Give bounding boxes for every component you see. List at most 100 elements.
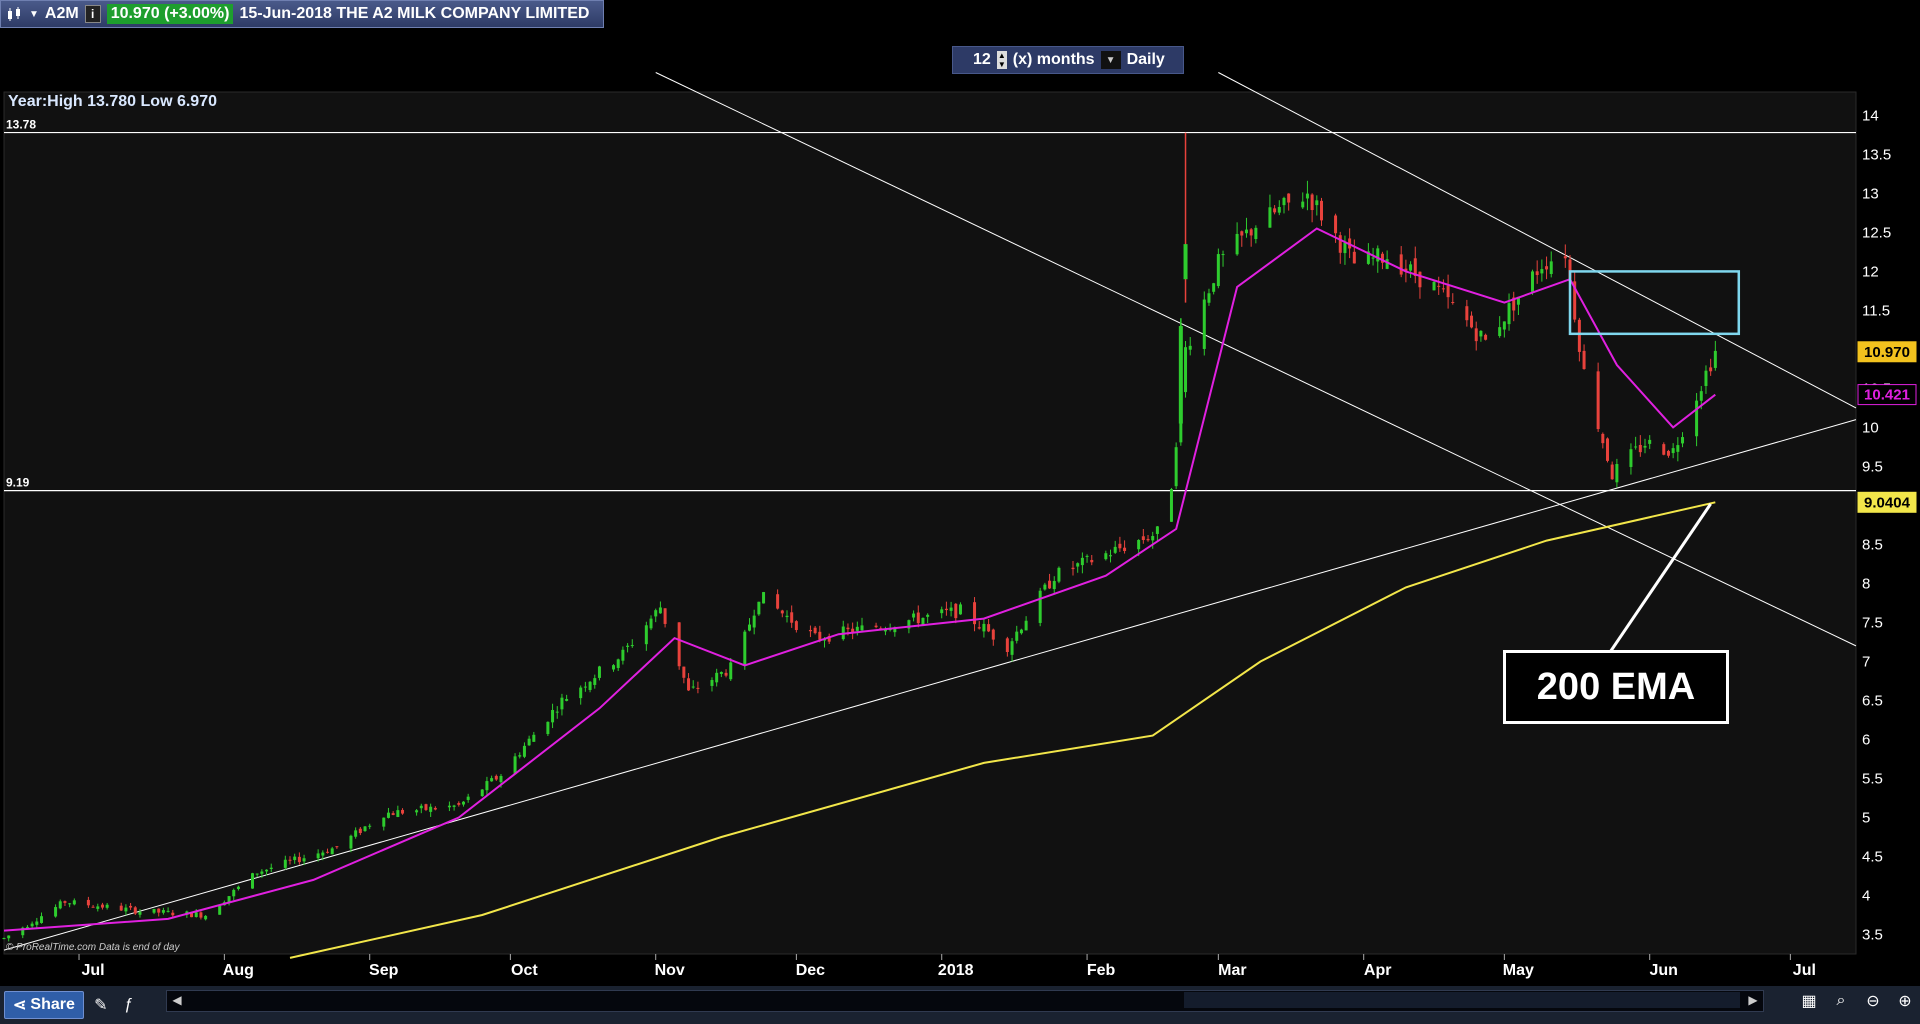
zoom-area-icon[interactable]: ⌕ xyxy=(1830,990,1852,1012)
zoom-in-icon[interactable]: ⊕ xyxy=(1894,990,1916,1012)
interval-label[interactable]: Daily xyxy=(1127,51,1165,69)
candle-body xyxy=(1498,327,1502,337)
candle-body xyxy=(616,659,620,668)
candle-body xyxy=(1151,536,1155,541)
candle-body xyxy=(297,856,301,863)
candle-body xyxy=(1240,231,1244,236)
price-tag-label: 9.0404 xyxy=(1864,494,1911,511)
candle-body xyxy=(490,778,494,782)
candle-body xyxy=(152,908,156,913)
x-tick-label: Aug xyxy=(223,962,254,979)
period-value[interactable]: 12 xyxy=(973,51,991,69)
candle-body xyxy=(940,609,944,614)
candle-body xyxy=(874,625,878,628)
candle-body xyxy=(260,871,264,874)
share-icon: ⋖ xyxy=(13,997,27,1014)
candle-body xyxy=(987,624,991,632)
share-label: Share xyxy=(30,996,75,1013)
share-button[interactable]: ⋖ Share xyxy=(4,991,84,1019)
candle-body xyxy=(1244,229,1248,234)
candle-body xyxy=(1076,563,1080,567)
candle-body xyxy=(1221,254,1225,256)
candle-body xyxy=(1183,244,1188,280)
candle-body xyxy=(480,789,484,797)
candle-body xyxy=(68,903,72,905)
candle-body xyxy=(96,906,100,909)
candlestick-icon[interactable] xyxy=(5,5,23,23)
candle-body xyxy=(7,935,11,939)
candle-body xyxy=(1287,193,1291,203)
candle-body xyxy=(1090,559,1094,563)
watermark: © ProRealTime.com Data is end of day xyxy=(6,942,180,953)
candle-body xyxy=(91,906,95,908)
candle-body xyxy=(588,681,592,690)
candle-body xyxy=(218,905,222,915)
candle-body xyxy=(1470,315,1474,328)
candle-body xyxy=(194,912,198,918)
candle-body xyxy=(1535,271,1539,276)
candle-body xyxy=(1104,553,1108,560)
candle-body xyxy=(302,858,306,862)
candle-body xyxy=(1615,464,1619,483)
candle-body xyxy=(157,908,161,913)
candle-body xyxy=(747,624,751,631)
drawing-tools-icon[interactable]: ✎ xyxy=(90,994,112,1016)
scroll-left-icon[interactable]: ◀ xyxy=(166,990,188,1010)
candle-body xyxy=(1212,283,1216,292)
x-tick-label: Jun xyxy=(1649,962,1677,979)
candle-body xyxy=(719,672,723,674)
y-tick-label: 8 xyxy=(1862,575,1870,592)
candle-body xyxy=(813,627,817,634)
chart-frame: 3.544.555.566.577.588.599.51010.51111.51… xyxy=(0,0,1920,1024)
candle-body xyxy=(785,615,789,618)
candle-body xyxy=(752,615,756,628)
ticker-label[interactable]: A2M xyxy=(45,5,79,23)
zoom-out-icon[interactable]: ⊖ xyxy=(1862,990,1884,1012)
candle-body xyxy=(419,805,423,809)
info-icon[interactable]: i xyxy=(84,5,101,23)
candle-body xyxy=(780,610,784,614)
candle-body xyxy=(204,915,208,920)
candle-body xyxy=(583,686,587,688)
candle-body xyxy=(1385,259,1389,269)
candle-body xyxy=(1549,261,1553,274)
candle-body xyxy=(1713,350,1717,368)
candle-body xyxy=(124,907,128,912)
indicator-icon[interactable]: ƒ xyxy=(118,994,140,1016)
spinner-icon[interactable]: ▲ ▼ xyxy=(996,51,1007,69)
candle-body xyxy=(560,697,564,710)
scrollbar-thumb[interactable] xyxy=(1184,992,1740,1008)
candle-body xyxy=(391,813,395,816)
candle-body xyxy=(1141,536,1145,541)
candle-body xyxy=(1038,590,1042,623)
candle-body xyxy=(63,901,67,903)
candle-body xyxy=(1399,254,1403,275)
chart-settings-icon[interactable]: ▦ xyxy=(1798,990,1820,1012)
candle-body xyxy=(916,612,920,624)
candle-body xyxy=(597,666,601,678)
candle-body xyxy=(58,901,62,909)
candle-body xyxy=(1169,489,1173,522)
unit-dropdown-icon[interactable]: ▼ xyxy=(1100,51,1121,69)
candle-body xyxy=(949,607,953,611)
zoom-tools: ▦ ⌕ ⊖ ⊕ xyxy=(1798,990,1916,1012)
dropdown-icon[interactable]: ▼ xyxy=(29,9,39,20)
candle-body xyxy=(1418,271,1422,288)
candle-body xyxy=(1071,567,1075,570)
scroll-right-icon[interactable]: ▶ xyxy=(1742,990,1764,1010)
candle-body xyxy=(808,629,812,632)
candle-body xyxy=(973,602,977,625)
y-tick-label: 5.5 xyxy=(1862,770,1883,787)
price-change-badge: 10.970 (+3.00%) xyxy=(106,4,234,24)
y-tick-label: 14 xyxy=(1862,107,1879,124)
candle-body xyxy=(518,755,522,757)
candle-body xyxy=(654,610,658,617)
period-unit: (x) months xyxy=(1012,51,1095,68)
candle-body xyxy=(1704,370,1708,386)
level-label: 9.19 xyxy=(6,476,30,490)
candle-body xyxy=(1207,293,1211,303)
candle-body xyxy=(250,873,254,889)
candle-body xyxy=(358,828,362,834)
candle-body xyxy=(1676,445,1680,452)
candle-body xyxy=(1662,444,1666,455)
